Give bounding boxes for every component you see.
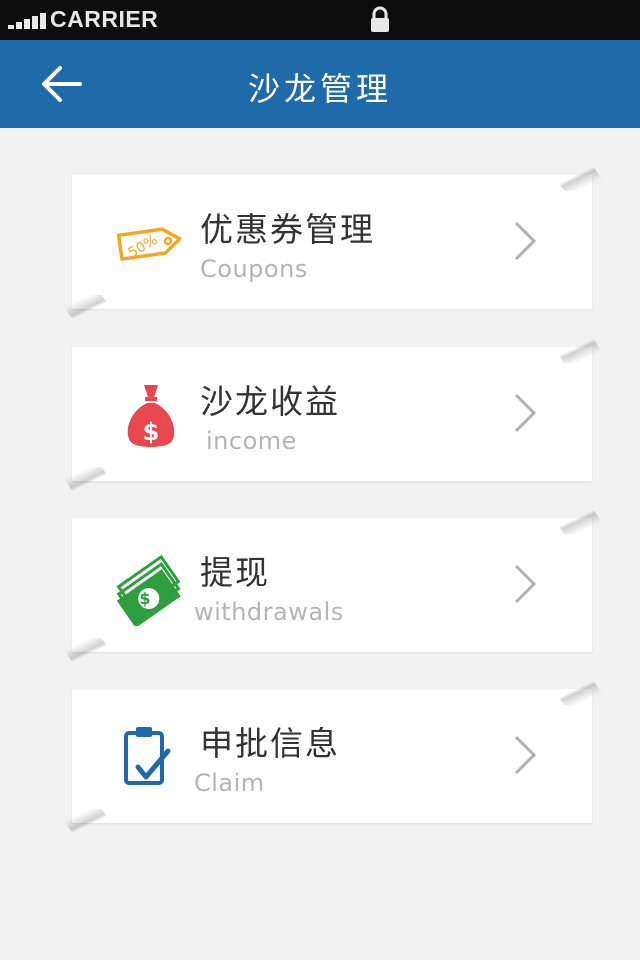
menu-item-subtitle: income [206, 427, 297, 455]
corner-fold [55, 638, 119, 662]
chevron-right-icon [514, 735, 537, 775]
menu-item-coupons[interactable]: 50% 优惠券管理 Coupons [55, 167, 611, 319]
page-title: 沙龙管理 [247, 70, 392, 108]
signal-strength-icon [8, 11, 46, 29]
clipboard-check-icon [124, 727, 171, 785]
menu-item-income[interactable]: $ 沙龙收益 income [55, 339, 611, 491]
menu-item-title: 申批信息 [200, 724, 340, 763]
lock-icon [371, 6, 389, 32]
menu-item-title: 沙龙收益 [200, 382, 340, 421]
corner-fold [547, 167, 611, 191]
corner-fold [55, 809, 119, 833]
menu-item-title: 优惠券管理 [200, 210, 375, 249]
corner-fold [547, 510, 611, 534]
corner-fold [55, 467, 119, 491]
nav-bar: 沙龙管理 [0, 40, 640, 128]
menu-item-title: 提现 [200, 553, 270, 592]
menu-item-subtitle: Coupons [200, 255, 308, 283]
corner-fold [547, 681, 611, 705]
svg-text:$: $ [139, 589, 150, 608]
carrier-label: CARRIER [50, 6, 159, 32]
svg-text:$: $ [143, 418, 160, 446]
cash-stack-icon: $ [116, 554, 181, 626]
menu-item-subtitle: withdrawals [194, 598, 344, 626]
corner-fold [55, 295, 119, 319]
chevron-right-icon [514, 221, 537, 261]
menu-item-claim[interactable]: 申批信息 Claim [55, 681, 611, 833]
chevron-right-icon [514, 564, 537, 604]
coupon-tag-icon: 50% [116, 227, 182, 261]
money-bag-icon: $ [127, 385, 175, 447]
corner-fold [547, 339, 611, 363]
menu-item-subtitle: Claim [194, 769, 265, 797]
status-bar: CARRIER [0, 0, 640, 40]
menu-item-withdrawals[interactable]: $ 提现 withdrawals [55, 510, 611, 662]
chevron-right-icon [514, 393, 537, 433]
